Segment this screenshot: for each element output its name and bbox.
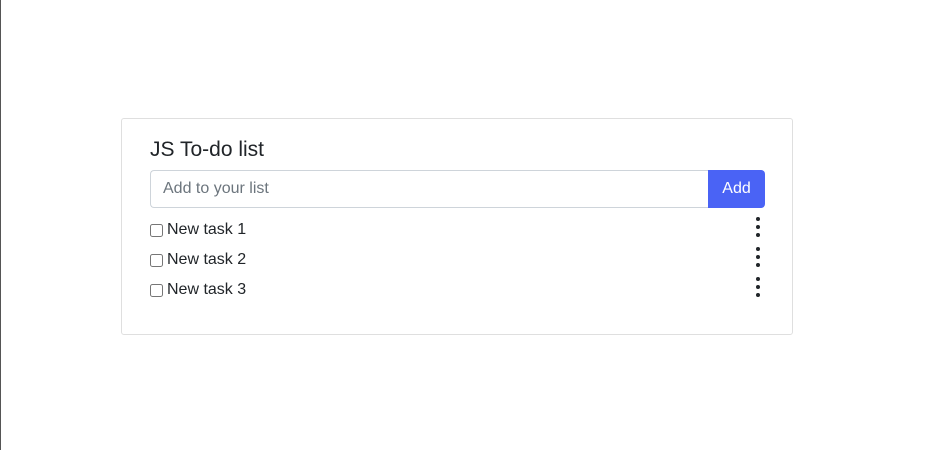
add-task-input[interactable] <box>150 170 708 208</box>
menu-dot <box>756 225 760 229</box>
todo-card: JS To-do list Add New task 1 New task 2 <box>121 118 793 335</box>
window-left-edge <box>0 0 1 450</box>
task-item: New task 2 <box>150 245 765 275</box>
more-vertical-icon[interactable] <box>753 217 763 237</box>
more-vertical-icon[interactable] <box>753 247 763 267</box>
menu-dot <box>756 285 760 289</box>
task-list: New task 1 New task 2 New task 3 <box>150 215 765 305</box>
add-task-form: Add <box>150 170 765 208</box>
page-title: JS To-do list <box>150 138 264 161</box>
task-item: New task 1 <box>150 215 765 245</box>
task-label: New task 2 <box>167 251 247 268</box>
task-item: New task 3 <box>150 275 765 305</box>
task-checkbox[interactable] <box>150 253 163 267</box>
menu-dot <box>756 247 760 251</box>
task-checkbox[interactable] <box>150 283 163 297</box>
task-label: New task 1 <box>167 221 247 238</box>
menu-dot <box>756 263 760 267</box>
add-button[interactable]: Add <box>708 170 765 208</box>
task-checkbox[interactable] <box>150 223 163 237</box>
task-label: New task 3 <box>167 281 247 298</box>
menu-dot <box>756 233 760 237</box>
menu-dot <box>756 277 760 281</box>
menu-dot <box>756 217 760 221</box>
menu-dot <box>756 293 760 297</box>
menu-dot <box>756 255 760 259</box>
more-vertical-icon[interactable] <box>753 277 763 297</box>
